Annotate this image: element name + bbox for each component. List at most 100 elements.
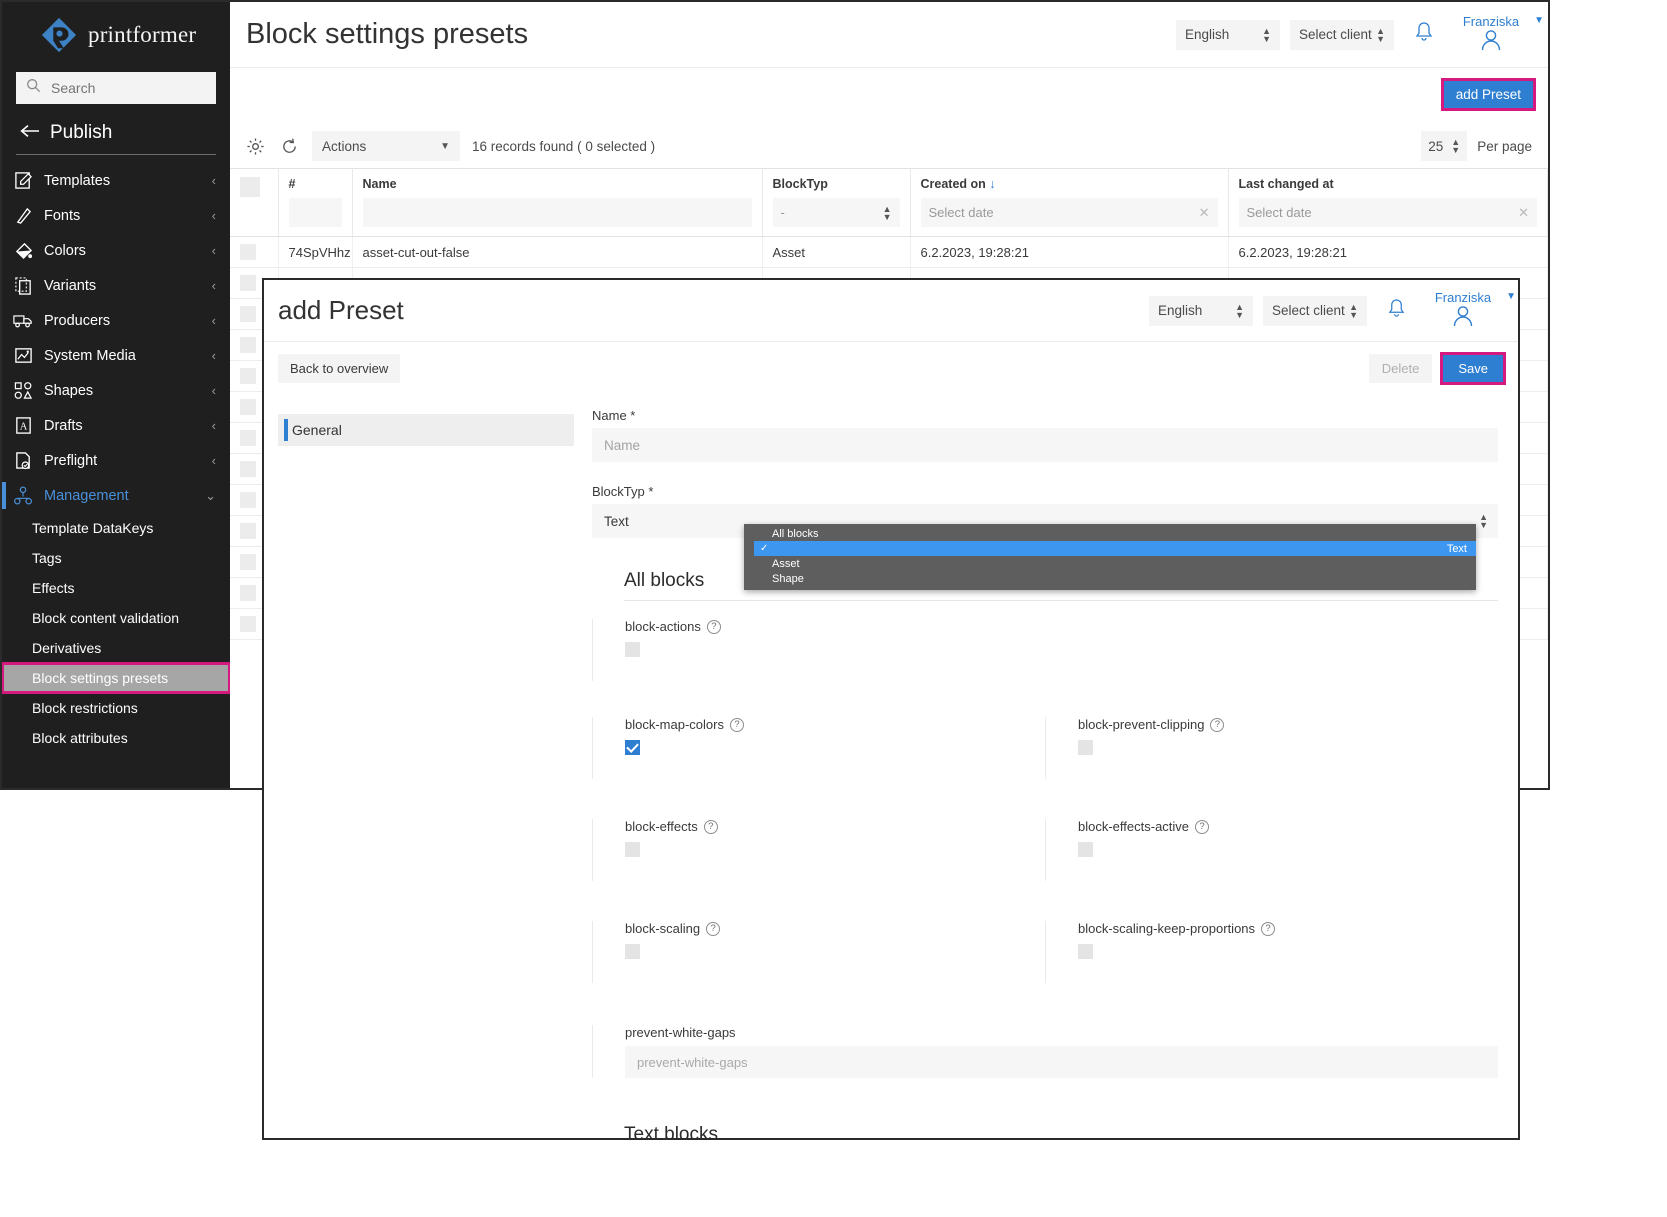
- sidebar-item-producers[interactable]: Producers ‹: [2, 303, 230, 338]
- row-select-cell[interactable]: [230, 237, 278, 268]
- row-checkbox[interactable]: [240, 523, 256, 539]
- row-checkbox[interactable]: [240, 585, 256, 601]
- cell-blocktyp: Asset: [762, 237, 910, 268]
- checkbox-block-scaling-keep-proportions[interactable]: [1078, 944, 1093, 959]
- language-value: English: [1158, 303, 1202, 318]
- column-blocktyp[interactable]: BlockTyp - ▲▼: [762, 169, 910, 237]
- filter-hash[interactable]: [289, 198, 342, 227]
- sidebar-item-derivatives[interactable]: Derivatives: [2, 633, 230, 663]
- help-icon[interactable]: ?: [1261, 922, 1275, 936]
- help-icon[interactable]: ?: [1210, 718, 1224, 732]
- save-button[interactable]: Save: [1442, 354, 1504, 383]
- checkbox-block-actions[interactable]: [625, 642, 640, 657]
- sidebar-item-system-media[interactable]: System Media ‹: [2, 338, 230, 373]
- clear-icon[interactable]: ✕: [1518, 205, 1529, 221]
- sidebar-item-block-attributes[interactable]: Block attributes: [2, 723, 230, 753]
- table-row[interactable]: 74SpVHhz asset-cut-out-false Asset 6.2.2…: [230, 237, 1548, 268]
- actions-select[interactable]: Actions ▼: [312, 131, 460, 161]
- all-blocks-row: block-map-colors ? block-prevent-clippin…: [592, 717, 1498, 779]
- checkbox-block-effects-active[interactable]: [1078, 842, 1093, 857]
- publish-back-link[interactable]: Publish: [2, 104, 230, 154]
- row-checkbox[interactable]: [240, 244, 256, 260]
- client-select[interactable]: Select client ▲▼: [1290, 20, 1394, 50]
- column-hash[interactable]: #: [278, 169, 352, 237]
- sidebar-item-variants[interactable]: Variants ‹: [2, 268, 230, 303]
- filter-created-on[interactable]: Select date ✕: [921, 198, 1218, 227]
- per-page-select[interactable]: 25 ▲▼: [1421, 131, 1467, 161]
- dialog-language-select[interactable]: English ▲▼: [1149, 296, 1253, 326]
- column-last-changed-at[interactable]: Last changed at Select date ✕: [1228, 169, 1548, 237]
- sidebar-item-fonts[interactable]: Fonts ‹: [2, 198, 230, 233]
- column-created-on[interactable]: Created on ↓ Select date ✕: [910, 169, 1228, 237]
- search-input[interactable]: [49, 79, 206, 97]
- sidebar-item-block-settings-presets[interactable]: Block settings presets: [2, 663, 230, 693]
- filter-value: Select date: [929, 205, 994, 220]
- dropdown-option-all-blocks[interactable]: All blocks: [744, 526, 1476, 541]
- prevent-white-gaps-input[interactable]: prevent-white-gaps: [625, 1046, 1498, 1078]
- dropdown-option-asset[interactable]: Asset: [744, 556, 1476, 571]
- row-checkbox[interactable]: [240, 275, 256, 291]
- field-label: block-map-colors ?: [625, 717, 1045, 732]
- checkbox-block-scaling[interactable]: [625, 944, 640, 959]
- dropdown-option-text[interactable]: ✓ Text: [754, 541, 1476, 556]
- user-menu[interactable]: Franziska ▼: [1452, 14, 1530, 56]
- chevron-left-icon: ‹: [212, 278, 216, 293]
- row-checkbox[interactable]: [240, 368, 256, 384]
- row-checkbox[interactable]: [240, 337, 256, 353]
- clear-icon[interactable]: ✕: [1199, 205, 1210, 221]
- sidebar-item-preflight[interactable]: Preflight ‹: [2, 443, 230, 478]
- row-checkbox[interactable]: [240, 554, 256, 570]
- add-preset-button[interactable]: add Preset: [1443, 80, 1534, 109]
- actions-label: Actions: [322, 139, 366, 154]
- sidebar-item-block-restrictions[interactable]: Block restrictions: [2, 693, 230, 723]
- blocktyp-dropdown-popup[interactable]: All blocks ✓ Text Asset Shape: [744, 524, 1476, 590]
- help-icon[interactable]: ?: [704, 820, 718, 834]
- sidebar-item-shapes[interactable]: Shapes ‹: [2, 373, 230, 408]
- dialog-notifications-button[interactable]: [1387, 298, 1406, 324]
- field-label-text: block-actions: [625, 619, 701, 634]
- filter-name[interactable]: [363, 198, 752, 227]
- refresh-icon[interactable]: [278, 135, 300, 157]
- checkbox-block-effects[interactable]: [625, 842, 640, 857]
- tab-general[interactable]: General: [278, 414, 574, 446]
- gear-icon[interactable]: [244, 135, 266, 157]
- dialog-user-menu[interactable]: Franziska ▼: [1424, 290, 1502, 332]
- help-icon[interactable]: ?: [707, 620, 721, 634]
- sidebar-item-tags[interactable]: Tags: [2, 543, 230, 573]
- row-checkbox[interactable]: [240, 399, 256, 415]
- row-checkbox[interactable]: [240, 430, 256, 446]
- sidebar-item-colors[interactable]: Colors ‹: [2, 233, 230, 268]
- sidebar-sub-label: Derivatives: [32, 640, 101, 656]
- chevron-updown-icon: ▲▼: [1451, 138, 1460, 154]
- field-block-effects: block-effects ?: [592, 819, 1045, 881]
- sidebar-item-block-content-validation[interactable]: Block content validation: [2, 603, 230, 633]
- help-icon[interactable]: ?: [730, 718, 744, 732]
- dialog-client-select[interactable]: Select client ▲▼: [1263, 296, 1367, 326]
- name-input[interactable]: Name: [592, 428, 1498, 462]
- row-checkbox[interactable]: [240, 306, 256, 322]
- help-icon[interactable]: ?: [706, 922, 720, 936]
- language-select[interactable]: English ▲▼: [1176, 20, 1280, 50]
- notifications-button[interactable]: [1414, 21, 1434, 48]
- checkbox-block-map-colors[interactable]: [625, 740, 640, 755]
- row-checkbox[interactable]: [240, 616, 256, 632]
- shapes-icon: [12, 380, 34, 402]
- select-all-checkbox[interactable]: [240, 177, 260, 197]
- checkbox-block-prevent-clipping[interactable]: [1078, 740, 1093, 755]
- delete-button[interactable]: Delete: [1369, 354, 1433, 383]
- sidebar-item-templates[interactable]: Templates ‹: [2, 163, 230, 198]
- sidebar-item-drafts[interactable]: A Drafts ‹: [2, 408, 230, 443]
- sidebar-item-template-datakeys[interactable]: Template DataKeys: [2, 513, 230, 543]
- row-checkbox[interactable]: [240, 492, 256, 508]
- sidebar-item-effects[interactable]: Effects: [2, 573, 230, 603]
- help-icon[interactable]: ?: [1195, 820, 1209, 834]
- row-checkbox[interactable]: [240, 461, 256, 477]
- column-name[interactable]: Name: [352, 169, 762, 237]
- search-box[interactable]: [16, 72, 216, 104]
- select-all-cell[interactable]: [230, 169, 278, 237]
- sidebar-item-management[interactable]: Management ⌄: [2, 478, 230, 513]
- filter-blocktyp[interactable]: - ▲▼: [773, 198, 900, 227]
- back-to-overview-button[interactable]: Back to overview: [278, 354, 400, 383]
- dropdown-option-shape[interactable]: Shape: [744, 571, 1476, 586]
- filter-last-changed[interactable]: Select date ✕: [1239, 198, 1538, 227]
